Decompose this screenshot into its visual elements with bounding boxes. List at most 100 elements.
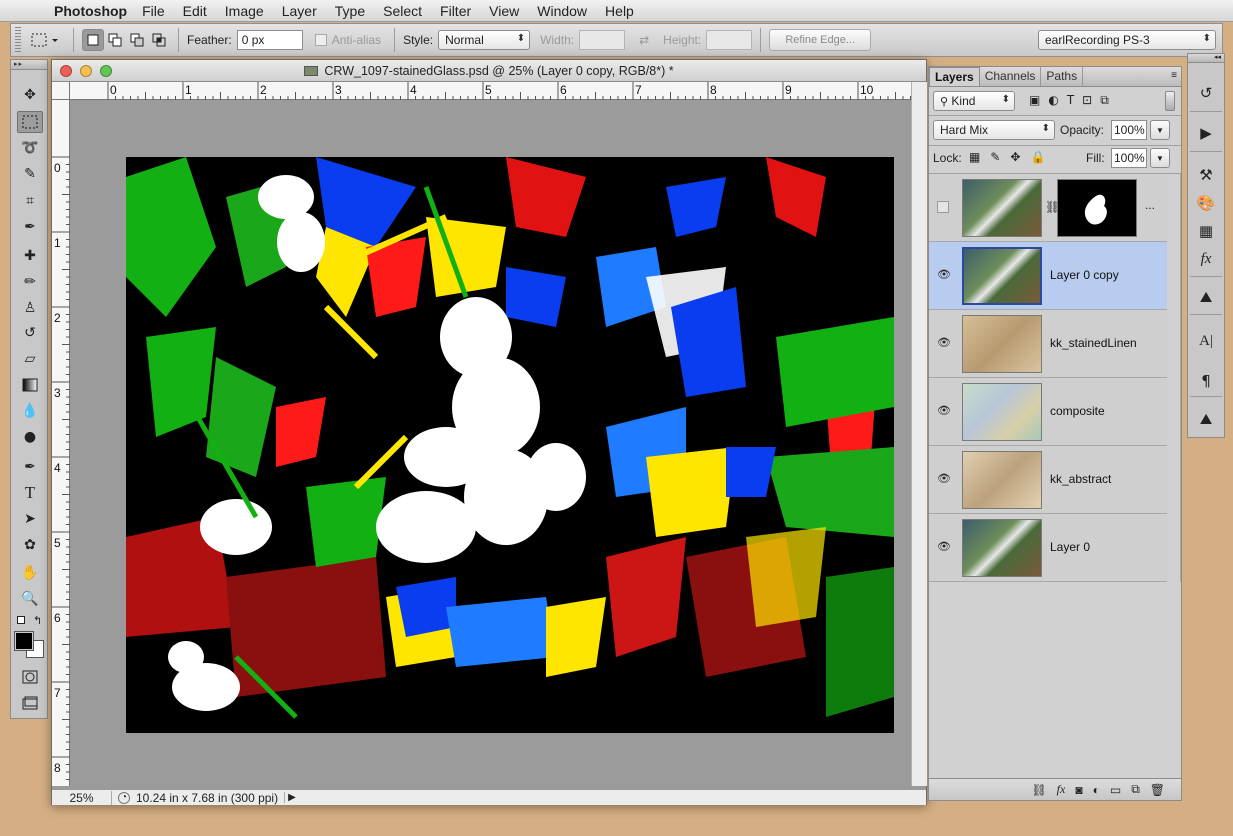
horizontal-ruler[interactable]: 0 1 2 3 4 5 6 7 8 9 10 — [70, 82, 911, 100]
vertical-scrollbar[interactable] — [911, 82, 927, 786]
custom-shape-tool-icon[interactable]: ✿ — [17, 534, 43, 556]
move-tool-icon[interactable]: ✥ — [17, 84, 43, 106]
path-selection-tool-icon[interactable]: ➤ — [17, 508, 43, 530]
panel-menu-icon[interactable]: ≡ — [1171, 70, 1177, 81]
layer-filter-kind[interactable]: ⚲ Kind — [933, 91, 1015, 111]
menu-edit[interactable]: Edit — [174, 3, 216, 19]
blend-mode-select[interactable]: Hard Mix — [933, 120, 1055, 140]
feather-input[interactable]: 0 px — [236, 30, 303, 50]
layer-style-fx-icon[interactable]: fx — [1057, 782, 1066, 797]
style-select[interactable]: Normal — [438, 30, 531, 50]
quick-selection-tool-icon[interactable]: ✎ — [17, 163, 43, 185]
eye-icon[interactable]: 👁 — [937, 404, 951, 418]
default-colors-icon[interactable] — [17, 616, 25, 624]
rectangular-marquee-tool-icon[interactable] — [17, 111, 43, 133]
layer-thumbnail[interactable] — [962, 451, 1042, 509]
fill-dropdown-icon[interactable]: ▼ — [1150, 148, 1170, 168]
app-menu[interactable]: Photoshop — [54, 3, 127, 19]
menu-type[interactable]: Type — [326, 3, 374, 19]
clone-stamp-tool-icon[interactable]: ♙ — [17, 297, 43, 319]
layer-row[interactable]: 👁 composite — [929, 378, 1167, 446]
dodge-tool-icon[interactable]: ● — [17, 426, 43, 448]
zoom-level[interactable]: 25% — [52, 790, 112, 805]
new-selection-button[interactable] — [82, 29, 104, 51]
layer-row[interactable]: ⛓ ... — [929, 174, 1167, 242]
layer-row[interactable]: 👁 Layer 0 copy — [929, 242, 1167, 310]
vertical-ruler[interactable]: 0 1 2 3 4 5 6 7 8 — [52, 100, 70, 786]
layer-thumbnail[interactable] — [962, 383, 1042, 441]
filter-smart-object-icon[interactable]: ⧉ — [1100, 93, 1109, 108]
brush-tool-icon[interactable]: ✏ — [17, 271, 43, 293]
layer-name[interactable]: kk_stainedLinen — [1050, 336, 1137, 350]
link-layers-icon[interactable]: ⛓ — [1031, 783, 1046, 797]
subtract-from-selection-button[interactable] — [126, 29, 148, 51]
swatches-panel-icon[interactable]: 🎨 — [1195, 192, 1217, 214]
tab-layers[interactable]: Layers — [929, 67, 980, 86]
layer-name[interactable]: kk_abstract — [1050, 472, 1111, 486]
filter-adjustment-icon[interactable]: ◐ — [1048, 93, 1058, 108]
fill-input[interactable]: 100% — [1111, 148, 1147, 168]
height-input[interactable] — [706, 30, 753, 50]
lock-image-pixels-icon[interactable]: ✎ — [990, 150, 1000, 164]
zoom-window-button[interactable] — [100, 65, 112, 77]
eyedropper-tool-icon[interactable]: ✒ — [17, 216, 43, 238]
width-input[interactable] — [579, 30, 626, 50]
opacity-dropdown-icon[interactable]: ▼ — [1150, 120, 1170, 140]
menu-help[interactable]: Help — [596, 3, 643, 19]
quick-mask-icon[interactable] — [17, 666, 43, 688]
styles-panel-icon[interactable]: fx — [1195, 248, 1217, 270]
zoom-tool-icon[interactable]: 🔍 — [17, 588, 43, 610]
tool-presets-icon[interactable]: ⚒ — [1195, 164, 1217, 186]
swap-colors-icon[interactable]: ↰ — [33, 614, 42, 627]
close-window-button[interactable] — [60, 65, 72, 77]
spot-healing-brush-tool-icon[interactable]: ✚ — [17, 245, 43, 267]
pen-tool-icon[interactable]: ✒ — [17, 456, 43, 478]
foreground-color-swatch[interactable] — [14, 631, 34, 651]
dock-header[interactable]: ◂◂ — [1188, 54, 1224, 63]
refine-edge-button[interactable]: Refine Edge... — [769, 29, 872, 51]
crop-tool-icon[interactable]: ⌗ — [17, 190, 43, 212]
intersect-selection-button[interactable] — [148, 29, 170, 51]
antialias-checkbox[interactable] — [314, 34, 327, 46]
new-group-icon[interactable]: ▭ — [1110, 783, 1121, 797]
tools-panel-header[interactable]: ▸▸ — [11, 60, 47, 70]
layer-mask-thumbnail[interactable] — [1057, 179, 1137, 237]
history-panel-icon[interactable]: ↺ — [1195, 82, 1217, 104]
layer-name[interactable]: composite — [1050, 404, 1105, 418]
menu-filter[interactable]: Filter — [431, 3, 480, 19]
ruler-origin[interactable] — [52, 82, 70, 100]
menu-select[interactable]: Select — [374, 3, 431, 19]
new-layer-icon[interactable]: ⧉ — [1131, 782, 1140, 797]
actions-panel-icon[interactable]: ▶ — [1195, 122, 1217, 144]
gradient-tool-icon[interactable] — [17, 374, 43, 396]
layer-thumbnail[interactable] — [962, 315, 1042, 373]
filter-pixel-icon[interactable]: ▣ — [1029, 93, 1040, 108]
eraser-tool-icon[interactable]: ▱ — [17, 348, 43, 370]
swap-dimensions-icon[interactable]: ⇄ — [639, 33, 649, 47]
filter-shape-icon[interactable]: ⊡ — [1082, 93, 1092, 108]
layer-thumbnail[interactable] — [962, 179, 1042, 237]
layer-visibility-toggle[interactable] — [937, 201, 949, 213]
eye-icon[interactable]: 👁 — [937, 540, 951, 554]
tab-channels[interactable]: Channels — [980, 67, 1042, 86]
layer-thumbnail[interactable] — [962, 519, 1042, 577]
menu-file[interactable]: File — [133, 3, 174, 19]
navigator-panel-icon[interactable]: ⛰ — [1195, 408, 1217, 430]
layer-thumbnail[interactable] — [962, 247, 1042, 305]
screen-mode-icon[interactable] — [17, 692, 43, 714]
layer-row[interactable]: 👁 kk_abstract — [929, 446, 1167, 514]
delete-layer-icon[interactable]: 🗑 — [1150, 783, 1165, 797]
lock-all-icon[interactable]: 🔒 — [1030, 150, 1045, 164]
paragraph-panel-icon[interactable]: ¶ — [1195, 370, 1217, 392]
layer-name[interactable]: Layer 0 copy — [1050, 268, 1119, 282]
add-to-selection-button[interactable] — [104, 29, 126, 51]
eye-icon[interactable]: 👁 — [937, 336, 951, 350]
document-image[interactable] — [126, 157, 894, 733]
menu-view[interactable]: View — [480, 3, 528, 19]
layer-name[interactable]: Layer 0 — [1050, 540, 1090, 554]
document-titlebar[interactable]: CRW_1097-stainedGlass.psd @ 25% (Layer 0… — [52, 60, 926, 82]
blur-tool-icon[interactable]: 💧 — [17, 400, 43, 422]
layer-row[interactable]: 👁 kk_stainedLinen — [929, 310, 1167, 378]
tool-preset-picker[interactable] — [25, 29, 65, 51]
type-tool-icon[interactable]: T — [17, 482, 43, 504]
